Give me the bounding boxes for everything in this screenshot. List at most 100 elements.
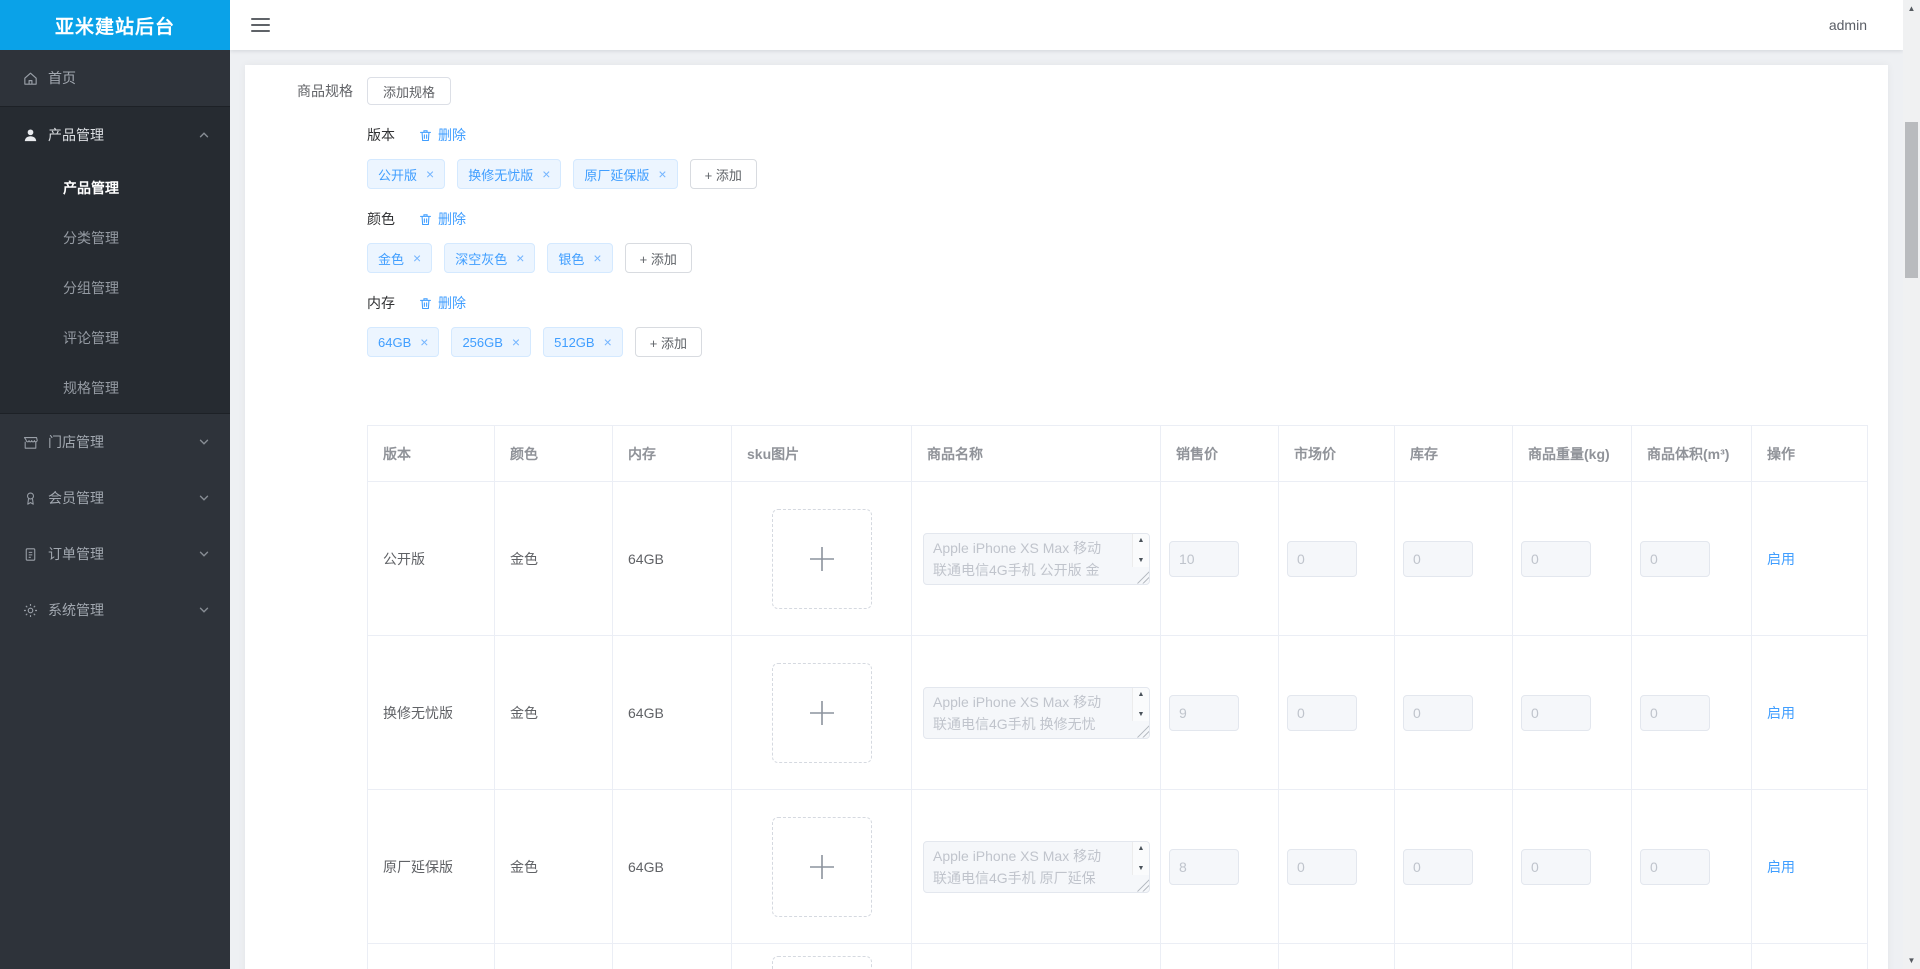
spec-group-color: 颜色 删除 金色 × 深空灰色 × 银色 × + 添加 xyxy=(367,209,1888,273)
spec-tag: 原厂延保版 × xyxy=(573,159,678,189)
scrollbar-down-icon[interactable]: ▼ xyxy=(1903,952,1920,969)
trash-icon xyxy=(418,212,433,227)
spec-group-version: 版本 删除 公开版 × 换修无忧版 × 原厂延保版 × + 添加 xyxy=(367,125,1888,189)
remove-tag-icon[interactable]: × xyxy=(658,167,666,181)
sidebar-item-comment[interactable]: 评论管理 xyxy=(0,313,230,363)
scroll-down-icon: ▼ xyxy=(1137,556,1145,564)
remove-tag-icon[interactable]: × xyxy=(413,251,421,265)
gear-icon xyxy=(22,602,39,619)
textarea-scrollbar[interactable]: ▲ ▼ xyxy=(1132,533,1149,567)
resize-grip[interactable] xyxy=(1134,723,1149,738)
remove-tag-icon[interactable]: × xyxy=(593,251,601,265)
weight-input[interactable] xyxy=(1521,540,1591,577)
content-area: 商品规格 添加规格 版本 删除 公开版 × 换修无忧版 × 原厂延保版 × + … xyxy=(230,50,1903,969)
cell-color: 金色 xyxy=(494,789,613,944)
sidebar-expanded-block: 产品管理 产品管理 分类管理 分组管理 评论管理 规格管理 xyxy=(0,106,230,414)
sku-image-upload[interactable] xyxy=(771,956,872,969)
add-tag-button[interactable]: + 添加 xyxy=(624,243,692,273)
enable-link[interactable]: 启用 xyxy=(1767,859,1795,875)
sku-image-upload[interactable] xyxy=(771,816,872,917)
chevron-up-icon xyxy=(198,129,210,141)
add-tag-button[interactable]: + 添加 xyxy=(634,327,702,357)
cell-color: 金色 xyxy=(494,481,613,636)
chevron-down-icon xyxy=(198,492,210,504)
sidebar-item-member[interactable]: 会员管理 xyxy=(0,470,230,526)
delete-label: 删除 xyxy=(438,127,466,143)
stock-input[interactable] xyxy=(1403,848,1473,885)
column-header: 商品重量(kg) xyxy=(1512,425,1632,482)
page-scrollbar[interactable]: ▲ ▼ xyxy=(1903,0,1920,969)
cell-version: 公开版 xyxy=(367,481,495,636)
textarea-scrollbar[interactable]: ▲ ▼ xyxy=(1132,687,1149,721)
sku-image-upload[interactable] xyxy=(771,508,872,609)
remove-tag-icon[interactable]: × xyxy=(420,335,428,349)
spec-tag: 512GB × xyxy=(543,327,623,357)
user-icon xyxy=(22,127,39,144)
market-price-input[interactable] xyxy=(1287,540,1357,577)
scrollbar-up-icon[interactable]: ▲ xyxy=(1903,0,1920,17)
weight-input[interactable] xyxy=(1521,694,1591,731)
remove-tag-icon[interactable]: × xyxy=(604,335,612,349)
sidebar-item-spec[interactable]: 规格管理 xyxy=(0,363,230,413)
stock-input[interactable] xyxy=(1403,540,1473,577)
member-icon xyxy=(22,490,39,507)
market-price-input[interactable] xyxy=(1287,848,1357,885)
column-header: sku图片 xyxy=(731,425,912,482)
add-tag-button[interactable]: + 添加 xyxy=(689,159,757,189)
market-price-input[interactable] xyxy=(1287,694,1357,731)
weight-input[interactable] xyxy=(1521,848,1591,885)
volume-input[interactable] xyxy=(1640,540,1710,577)
delete-label: 删除 xyxy=(438,295,466,311)
product-name-textarea[interactable]: Apple iPhone XS Max 移动 联通电信4G手机 换修无忧 ▲ ▼ xyxy=(923,686,1150,739)
app-title: 亚米建站后台 xyxy=(0,0,230,50)
column-header: 商品体积(m³) xyxy=(1631,425,1752,482)
cell-memory: 64GB xyxy=(612,635,732,790)
textarea-scrollbar[interactable]: ▲ ▼ xyxy=(1132,841,1149,875)
add-spec-button[interactable]: 添加规格 xyxy=(367,77,452,105)
spec-form-content: 添加规格 版本 删除 公开版 × 换修无忧版 × 原厂延保版 × + 添加 颜色… xyxy=(367,77,1888,969)
sku-image-upload[interactable] xyxy=(771,662,872,763)
sidebar-item-grouping[interactable]: 分组管理 xyxy=(0,263,230,313)
column-header: 内存 xyxy=(612,425,732,482)
sidebar-item-store[interactable]: 门店管理 xyxy=(0,414,230,470)
resize-grip[interactable] xyxy=(1134,877,1149,892)
column-header: 市场价 xyxy=(1278,425,1395,482)
spec-tag: 64GB × xyxy=(367,327,440,357)
sidebar-item-product[interactable]: 产品管理 xyxy=(0,107,230,163)
product-name-textarea[interactable]: Apple iPhone XS Max 移动 联通电信4G手机 公开版 金 ▲ ▼ xyxy=(923,532,1150,585)
sidebar-item-order[interactable]: 订单管理 xyxy=(0,526,230,582)
table-row: ▲ ▼ xyxy=(367,943,1868,969)
sale-price-input[interactable] xyxy=(1169,848,1239,885)
stock-input[interactable] xyxy=(1403,694,1473,731)
delete-spec-link[interactable]: 删除 xyxy=(413,125,466,145)
cell-memory: 64GB xyxy=(612,481,732,636)
enable-link[interactable]: 启用 xyxy=(1767,551,1795,567)
sale-price-input[interactable] xyxy=(1169,540,1239,577)
remove-tag-icon[interactable]: × xyxy=(426,167,434,181)
scrollbar-thumb[interactable] xyxy=(1905,122,1918,278)
enable-link[interactable]: 启用 xyxy=(1767,705,1795,721)
sidebar-item-product-list[interactable]: 产品管理 xyxy=(0,163,230,213)
delete-spec-link[interactable]: 删除 xyxy=(413,293,466,313)
sidebar-item-category[interactable]: 分类管理 xyxy=(0,213,230,263)
sidebar-item-home[interactable]: 首页 xyxy=(0,50,230,106)
remove-tag-icon[interactable]: × xyxy=(542,167,550,181)
remove-tag-icon[interactable]: × xyxy=(516,251,524,265)
volume-input[interactable] xyxy=(1640,694,1710,731)
remove-tag-icon[interactable]: × xyxy=(512,335,520,349)
hamburger-menu-icon[interactable] xyxy=(251,18,270,32)
spec-tag: 银色 × xyxy=(547,243,613,273)
product-name-textarea[interactable]: Apple iPhone XS Max 移动 联通电信4G手机 原厂延保 ▲ ▼ xyxy=(923,840,1150,893)
resize-grip[interactable] xyxy=(1134,569,1149,584)
spec-tag: 换修无忧版 × xyxy=(457,159,562,189)
cell-color: 金色 xyxy=(494,635,613,790)
volume-input[interactable] xyxy=(1640,848,1710,885)
sidebar-item-system[interactable]: 系统管理 xyxy=(0,582,230,638)
scroll-down-icon: ▼ xyxy=(1137,864,1145,872)
sale-price-input[interactable] xyxy=(1169,694,1239,731)
column-header: 销售价 xyxy=(1160,425,1279,482)
sku-table: 版本 颜色 内存 sku图片 商品名称 销售价 市场价 库存 商品重量(kg) 商品体积(m³) 操… xyxy=(367,425,1868,969)
column-header: 商品名称 xyxy=(911,425,1161,482)
delete-spec-link[interactable]: 删除 xyxy=(413,209,466,229)
user-menu[interactable]: admin xyxy=(1829,17,1867,33)
